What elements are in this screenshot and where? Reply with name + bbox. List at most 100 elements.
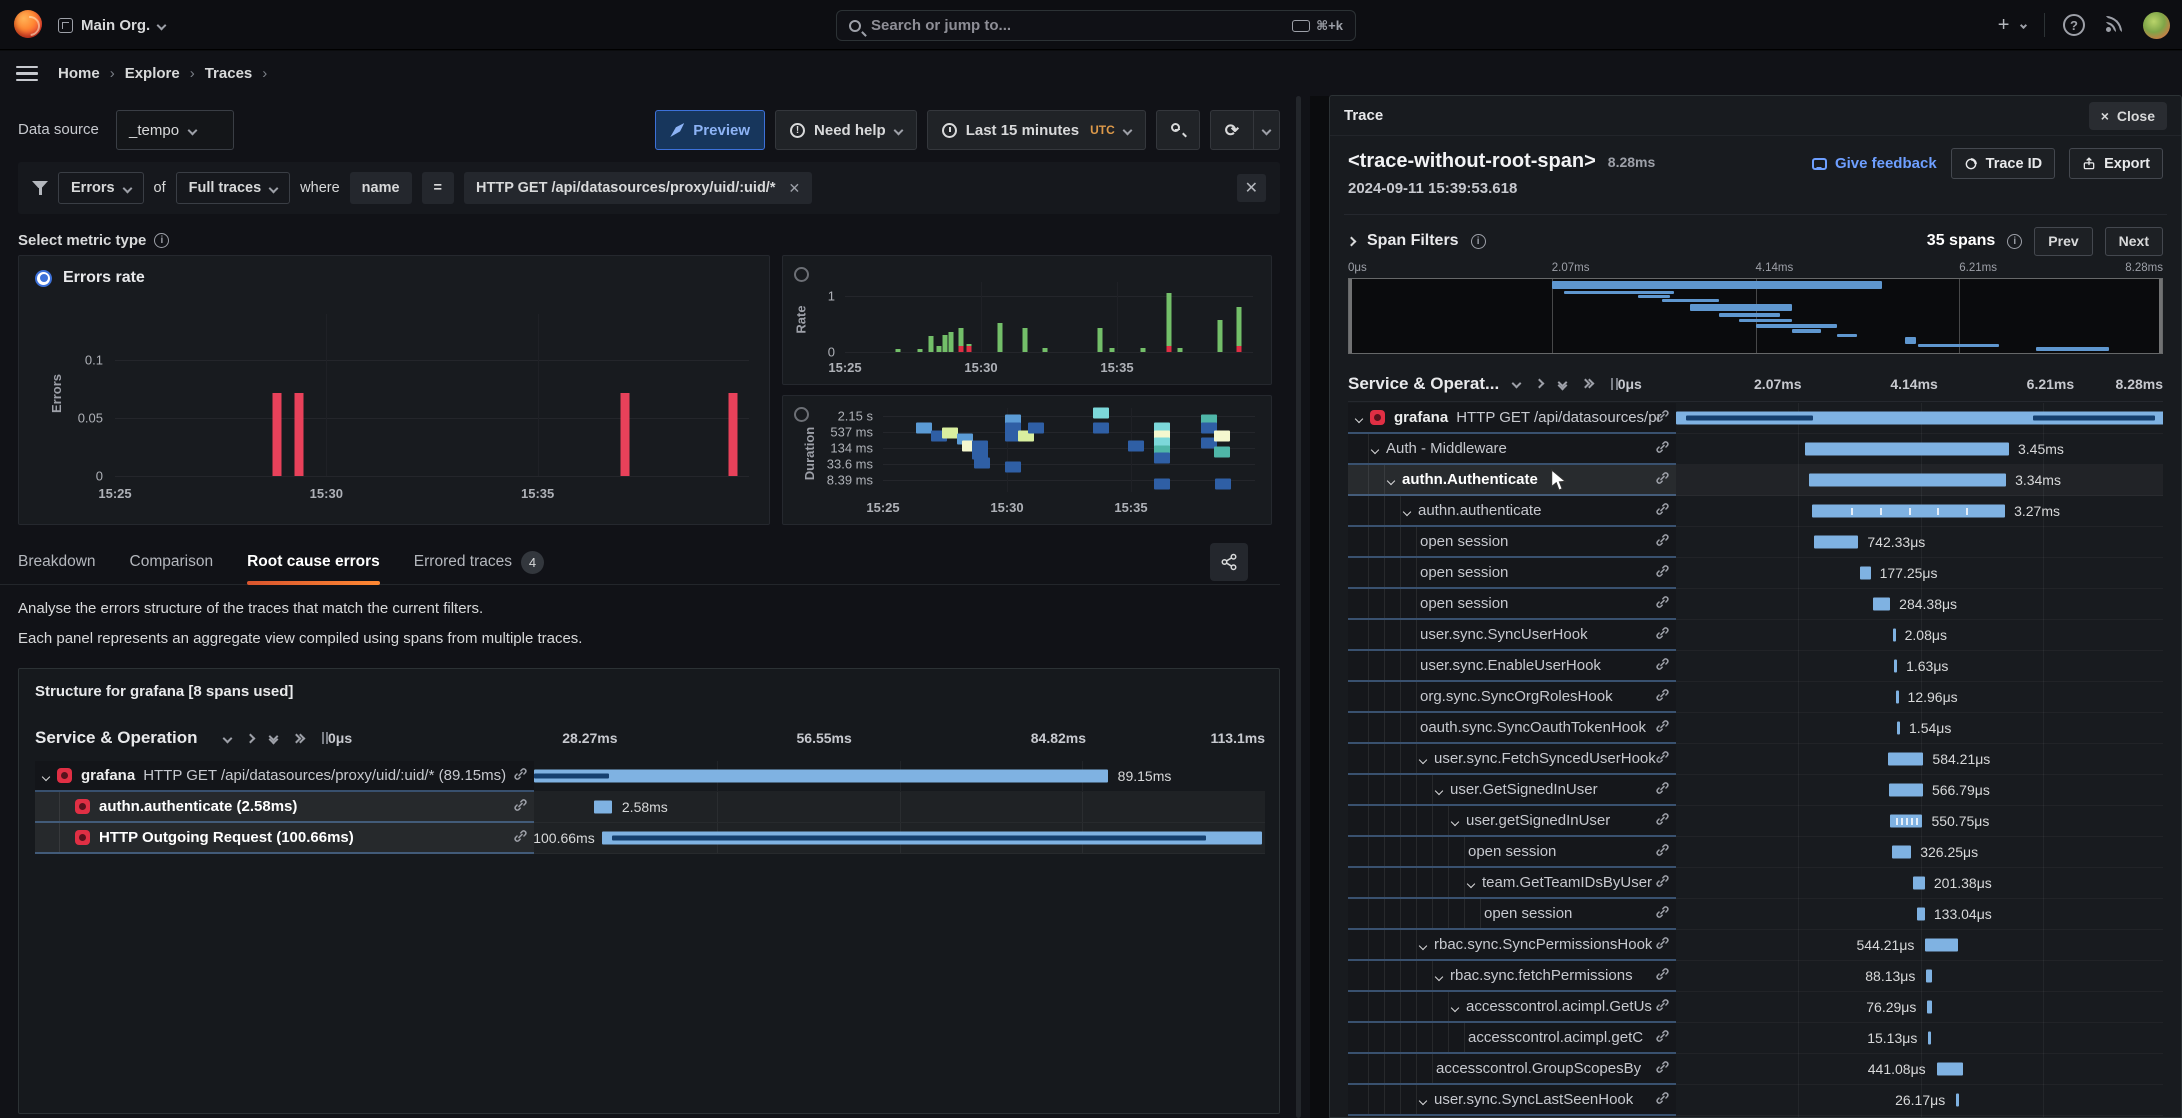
span-link[interactable] bbox=[1655, 408, 1670, 427]
span-name-cell[interactable]: authn.authenticate bbox=[1348, 496, 1676, 527]
span-bar[interactable] bbox=[1893, 629, 1896, 642]
link-icon[interactable] bbox=[1655, 904, 1670, 919]
span-name-cell[interactable]: rbac.sync.SyncPermissionsHook bbox=[1348, 930, 1676, 961]
span-name-cell[interactable]: grafanaHTTP GET /api/datasources/pr bbox=[1348, 403, 1676, 434]
span-name-cell[interactable]: grafanaHTTP GET /api/datasources/proxy/u… bbox=[35, 761, 534, 792]
span-timeline-cell[interactable]: 3.27ms bbox=[1676, 496, 2163, 527]
link-icon[interactable] bbox=[1655, 501, 1670, 516]
zoom-out-button[interactable] bbox=[1156, 110, 1200, 150]
span-link[interactable] bbox=[1655, 439, 1670, 458]
next-button[interactable]: Next bbox=[2105, 227, 2163, 256]
radio-unselected-icon[interactable] bbox=[794, 407, 809, 422]
span-timeline-cell[interactable]: 441.08μs bbox=[1676, 1054, 2163, 1085]
span-link[interactable] bbox=[513, 766, 528, 785]
span-row[interactable]: oauth.sync.SyncOauthTokenHook1.54μs bbox=[1348, 713, 2163, 744]
chevron-down-icon[interactable] bbox=[1356, 409, 1362, 426]
info-icon[interactable]: i bbox=[154, 233, 169, 248]
span-timeline-cell[interactable]: 1.54μs bbox=[1676, 713, 2163, 744]
span-bar[interactable] bbox=[1873, 598, 1890, 611]
span-link[interactable] bbox=[1655, 997, 1670, 1016]
span-bar[interactable] bbox=[1917, 908, 1925, 921]
span-timeline-cell[interactable]: 326.25μs bbox=[1676, 837, 2163, 868]
clear-filters-button[interactable]: ✕ bbox=[1237, 174, 1266, 202]
span-timeline-cell[interactable]: 100.66ms bbox=[534, 823, 1265, 854]
span-name-cell[interactable]: open session bbox=[1348, 589, 1676, 620]
span-timeline-cell[interactable]: 133.04μs bbox=[1676, 899, 2163, 930]
span-name-cell[interactable]: open session bbox=[1348, 837, 1676, 868]
span-link[interactable] bbox=[1655, 594, 1670, 613]
span-row[interactable]: rbac.sync.fetchPermissions88.13μs bbox=[1348, 961, 2163, 992]
link-icon[interactable] bbox=[1655, 625, 1670, 640]
span-bar[interactable] bbox=[1809, 474, 2006, 487]
datasource-picker[interactable]: _tempo bbox=[116, 110, 234, 150]
errors-chart[interactable]: 0.10.05015:2515:3015:35 bbox=[115, 314, 749, 476]
span-bar[interactable] bbox=[1928, 1032, 1931, 1045]
span-link[interactable] bbox=[1655, 1059, 1670, 1078]
span-row[interactable]: grafanaHTTP GET /api/datasources/pr bbox=[1348, 403, 2163, 434]
span-name-cell[interactable]: authn.Authenticate bbox=[1348, 465, 1676, 496]
chevron-down-icon[interactable] bbox=[1420, 1091, 1426, 1108]
export-button[interactable]: Export bbox=[2069, 148, 2163, 179]
span-row[interactable]: accesscontrol.GroupScopesBy441.08μs bbox=[1348, 1054, 2163, 1085]
span-name-cell[interactable]: open session bbox=[1348, 899, 1676, 930]
link-icon[interactable] bbox=[513, 797, 528, 812]
add-button[interactable]: + bbox=[1998, 14, 2026, 37]
link-icon[interactable] bbox=[1655, 1059, 1670, 1074]
span-bar[interactable] bbox=[1925, 939, 1957, 952]
span-bar[interactable] bbox=[1890, 815, 1923, 828]
span-name-cell[interactable]: user.sync.FetchSyncedUserHook bbox=[1348, 744, 1676, 775]
span-link[interactable] bbox=[1655, 749, 1670, 768]
span-bar[interactable] bbox=[1860, 567, 1871, 580]
link-icon[interactable] bbox=[1655, 687, 1670, 702]
span-row[interactable]: user.sync.SyncLastSeenHook26.17μs bbox=[1348, 1085, 2163, 1116]
span-name-cell[interactable]: accesscontrol.GroupScopesBy bbox=[1348, 1054, 1676, 1085]
span-timeline-cell[interactable]: 76.29μs bbox=[1676, 992, 2163, 1023]
link-icon[interactable] bbox=[1655, 780, 1670, 795]
span-link[interactable] bbox=[1655, 904, 1670, 923]
refresh-interval-button[interactable] bbox=[1254, 110, 1280, 150]
span-name-cell[interactable]: open session bbox=[1348, 558, 1676, 589]
link-icon[interactable] bbox=[513, 766, 528, 781]
chevron-down-icon[interactable] bbox=[1420, 750, 1426, 767]
span-name-cell[interactable]: accesscontrol.acimpl.GetUs bbox=[1348, 992, 1676, 1023]
span-timeline-cell[interactable]: 3.45ms bbox=[1676, 434, 2163, 465]
span-timeline-cell[interactable]: 26.17μs bbox=[1676, 1085, 2163, 1116]
chevron-down-icon[interactable] bbox=[1388, 471, 1394, 488]
span-name-cell[interactable]: user.sync.SyncUserHook bbox=[1348, 620, 1676, 651]
span-timeline-cell[interactable]: 566.79μs bbox=[1676, 775, 2163, 806]
span-bar[interactable] bbox=[602, 832, 1262, 845]
span-name-cell[interactable]: user.GetSignedInUser bbox=[1348, 775, 1676, 806]
span-name-cell[interactable]: Auth - Middleware bbox=[1348, 434, 1676, 465]
span-link[interactable] bbox=[1655, 935, 1670, 954]
span-link[interactable] bbox=[1655, 780, 1670, 799]
rate-chart[interactable]: 1015:2515:3015:35 bbox=[845, 282, 1253, 352]
avatar[interactable] bbox=[2143, 12, 2170, 39]
span-link[interactable] bbox=[513, 797, 528, 816]
span-link[interactable] bbox=[513, 828, 528, 847]
span-link[interactable] bbox=[1655, 470, 1670, 489]
span-timeline-cell[interactable]: 15.13μs bbox=[1676, 1023, 2163, 1054]
span-link[interactable] bbox=[1655, 873, 1670, 892]
span-bar[interactable] bbox=[1913, 877, 1925, 890]
span-row[interactable]: authn.authenticate3.27ms bbox=[1348, 496, 2163, 527]
span-row[interactable]: authn.Authenticate3.34ms bbox=[1348, 465, 2163, 496]
link-icon[interactable] bbox=[1655, 842, 1670, 857]
link-icon[interactable] bbox=[513, 828, 528, 843]
info-icon[interactable]: i bbox=[1471, 234, 1486, 249]
span-name-cell[interactable]: user.sync.EnableUserHook bbox=[1348, 651, 1676, 682]
span-row[interactable]: team.GetTeamIDsByUser201.38μs bbox=[1348, 868, 2163, 899]
span-row[interactable]: user.GetSignedInUser566.79μs bbox=[1348, 775, 2163, 806]
span-link[interactable] bbox=[1655, 1090, 1670, 1109]
link-icon[interactable] bbox=[1655, 873, 1670, 888]
span-timeline-cell[interactable]: 177.25μs bbox=[1676, 558, 2163, 589]
trace-id-button[interactable]: Trace ID bbox=[1951, 148, 2055, 179]
link-icon[interactable] bbox=[1655, 749, 1670, 764]
span-bar[interactable] bbox=[1888, 753, 1923, 766]
span-name-cell[interactable]: authn.authenticate (2.58ms) bbox=[35, 792, 534, 823]
span-name-cell[interactable]: rbac.sync.fetchPermissions bbox=[1348, 961, 1676, 992]
chevron-down-icon[interactable] bbox=[1436, 781, 1442, 798]
span-link[interactable] bbox=[1655, 625, 1670, 644]
chevron-down-icon[interactable] bbox=[1452, 812, 1458, 829]
chevron-down-icon[interactable] bbox=[1468, 874, 1474, 891]
span-bar[interactable] bbox=[1814, 536, 1858, 549]
